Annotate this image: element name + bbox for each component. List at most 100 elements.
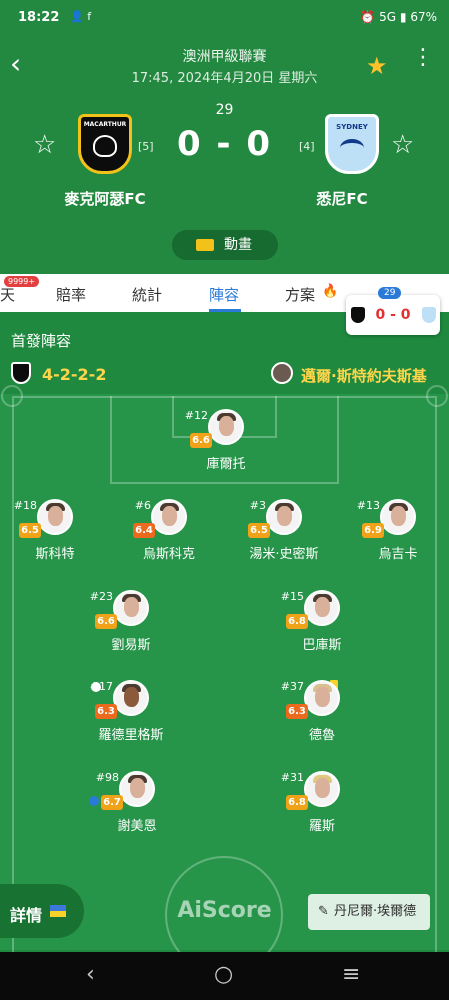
player-rating: 6.6 <box>190 433 212 448</box>
player-number: #3 <box>249 499 266 512</box>
player-card[interactable]: #37 6.3 德魯 <box>262 680 382 756</box>
player-card[interactable]: #3 6.5 湯米·史密斯 <box>224 499 344 575</box>
substitute-player-pill[interactable]: ✎ 丹尼爾·埃爾德 <box>308 894 430 930</box>
player-name: 德魯 <box>308 728 335 743</box>
player-card[interactable]: #15 6.8 巴庫斯 <box>262 590 382 666</box>
boot-icon: ✎ <box>318 904 329 919</box>
player-photo <box>380 499 416 535</box>
player-rating: 6.4 <box>133 523 155 538</box>
away-team-name[interactable]: 悉尼FC <box>302 188 382 209</box>
player-number: #15 <box>280 590 304 603</box>
tab-lineup[interactable]: 陣容 <box>209 284 239 305</box>
tab-odds[interactable]: 賠率 <box>56 284 86 305</box>
player-card[interactable]: #13 6.9 烏吉卡 <box>338 499 449 575</box>
player-photo <box>208 409 244 445</box>
away-rank: [4] <box>299 140 315 153</box>
flag-icon <box>50 905 66 917</box>
away-team-crest[interactable]: SYDNEY <box>325 114 379 174</box>
details-button[interactable]: 詳情 <box>0 884 84 938</box>
tab-stats[interactable]: 統計 <box>132 284 162 305</box>
player-card[interactable]: #17 6.3 羅德里格斯 <box>71 680 191 756</box>
home-crest-text: MACARTHUR <box>83 121 127 128</box>
player-number: #31 <box>280 771 304 784</box>
player-name: 謝美恩 <box>117 819 157 834</box>
coach-name[interactable]: 邁爾·斯特約夫斯基 <box>301 365 427 386</box>
bull-icon <box>93 135 117 157</box>
opera-house-icon <box>340 139 364 157</box>
player-number: #37 <box>280 680 304 693</box>
system-status: ⏰ 5G ▮ 67% <box>360 10 437 24</box>
away-crest-text: SYDNEY <box>336 123 368 131</box>
nav-home-icon[interactable]: ○ <box>214 962 233 987</box>
mini-scoreboard[interactable]: 29 0 - 0 <box>346 287 440 335</box>
tab-chat[interactable]: 天 <box>0 284 15 305</box>
animation-label: 動畫 <box>224 237 252 253</box>
system-nav-bar: ‹ ○ ≡ <box>0 952 449 1000</box>
player-card[interactable]: #18 6.5 斯科特 <box>0 499 115 575</box>
player-rating: 6.5 <box>248 523 270 538</box>
home-team-name[interactable]: 麥克阿瑟FC <box>55 188 155 209</box>
player-card[interactable]: #6 6.4 烏斯科克 <box>109 499 229 575</box>
captain-icon <box>89 796 99 806</box>
player-rating: 6.6 <box>95 614 117 629</box>
nav-back-icon[interactable]: ‹ <box>86 962 95 987</box>
player-name: 庫爾托 <box>206 457 246 472</box>
player-rating: 6.7 <box>101 795 123 810</box>
player-name: 湯米·史密斯 <box>249 547 319 562</box>
favorite-star-icon[interactable]: ★ <box>366 52 388 80</box>
match-header: ‹ 澳洲甲級聯賽 17:45, 2024年4月20日 星期六 ★ ⋮ 29 0 … <box>0 36 449 274</box>
player-number: #18 <box>13 499 37 512</box>
player-card[interactable]: #31 6.8 羅斯 <box>262 771 382 847</box>
lineup-title: 首發陣容 <box>11 332 72 350</box>
player-photo <box>119 771 155 807</box>
follow-home-star-icon[interactable]: ☆ <box>33 130 56 160</box>
player-number: #13 <box>356 499 380 512</box>
tab-tips[interactable]: 方案 <box>285 284 315 305</box>
clock: 18:22 <box>18 10 60 25</box>
player-card[interactable]: #12 6.6 庫爾托 <box>166 409 286 485</box>
player-rating: 6.3 <box>286 704 308 719</box>
match-minute: 29 <box>215 102 234 118</box>
corner-arc-right <box>426 385 448 407</box>
player-rating: 6.8 <box>286 614 308 629</box>
home-team-crest[interactable]: MACARTHUR <box>78 114 132 174</box>
player-photo <box>151 499 187 535</box>
home-rank: [5] <box>138 140 154 153</box>
nav-recents-icon[interactable]: ≡ <box>342 962 360 987</box>
details-label: 詳情 <box>10 906 43 925</box>
follow-away-star-icon[interactable]: ☆ <box>391 130 414 160</box>
player-name: 羅德里格斯 <box>98 728 164 743</box>
player-photo <box>113 590 149 626</box>
player-photo <box>37 499 73 535</box>
match-score: 0 - 0 <box>176 124 273 164</box>
mini-away-crest-icon <box>422 307 436 323</box>
player-number: #17 <box>89 680 113 693</box>
player-photo <box>304 771 340 807</box>
more-options-icon[interactable]: ⋮ <box>412 47 434 69</box>
coach-avatar[interactable] <box>271 362 293 384</box>
home-crest-small-icon <box>11 362 31 384</box>
chat-badge: 9999+ <box>4 276 40 287</box>
player-photo <box>304 590 340 626</box>
flame-icon: 🔥 <box>322 284 339 299</box>
player-photo <box>304 680 340 716</box>
player-rating: 6.9 <box>362 523 384 538</box>
player-rating: 6.3 <box>95 704 117 719</box>
player-rating: 6.5 <box>19 523 41 538</box>
player-name: 巴庫斯 <box>302 638 342 653</box>
player-photo <box>266 499 302 535</box>
player-name: 烏吉卡 <box>378 547 418 562</box>
player-number: #6 <box>134 499 151 512</box>
player-card[interactable]: #98 6.7 謝美恩 <box>77 771 197 847</box>
player-number: #98 <box>95 771 119 784</box>
player-card[interactable]: #23 6.6 劉易斯 <box>71 590 191 666</box>
player-number: #12 <box>184 409 208 422</box>
player-name: 斯科特 <box>35 547 75 562</box>
corner-arc-left <box>1 385 23 407</box>
player-name: 烏斯科克 <box>142 547 195 562</box>
active-tab-indicator <box>209 309 241 312</box>
animation-button[interactable]: 動畫 <box>172 230 278 260</box>
substitute-player-name: 丹尼爾·埃爾德 <box>334 904 417 919</box>
formation: 4-2-2-2 <box>42 365 107 384</box>
notification-icons: 👤 f <box>70 10 92 23</box>
